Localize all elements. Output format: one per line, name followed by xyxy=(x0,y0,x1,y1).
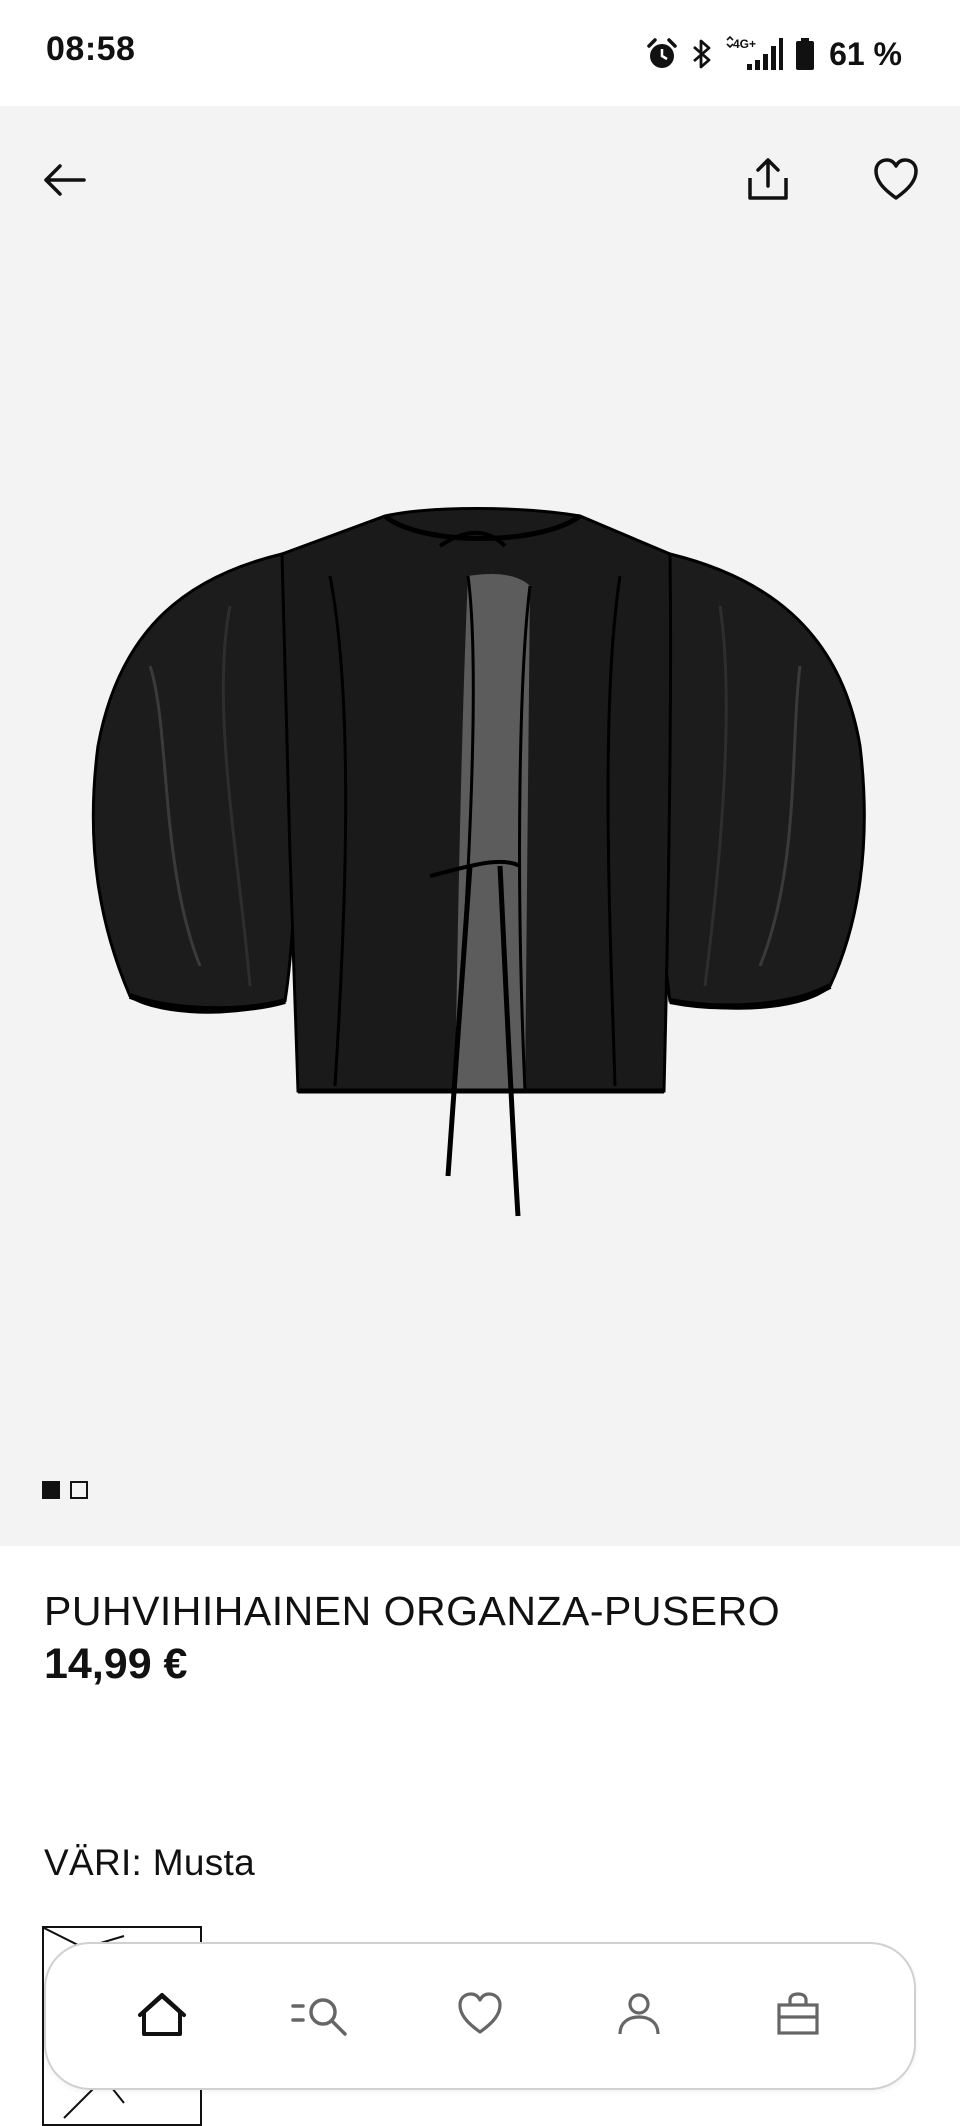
status-icons: 4G+ 61 % xyxy=(645,34,902,74)
nav-bag[interactable] xyxy=(753,1971,843,2061)
share-button[interactable] xyxy=(732,146,804,218)
product-price: 14,99 € xyxy=(44,1640,188,1688)
product-image xyxy=(91,507,866,1217)
alarm-icon xyxy=(645,37,679,71)
account-icon xyxy=(615,1990,663,2043)
heart-icon xyxy=(872,156,920,209)
gallery-dot-active[interactable] xyxy=(42,1481,60,1499)
bottom-navigation xyxy=(44,1942,916,2090)
nav-search[interactable] xyxy=(276,1971,366,2061)
nav-favorites[interactable] xyxy=(435,1971,525,2061)
search-menu-icon xyxy=(289,1990,353,2043)
back-button[interactable] xyxy=(28,146,100,218)
status-time: 08:58 xyxy=(46,30,136,68)
product-gallery[interactable] xyxy=(0,106,960,1546)
arrow-left-icon xyxy=(40,156,88,209)
shopping-bag-icon xyxy=(774,1990,822,2043)
bluetooth-icon xyxy=(691,37,713,71)
product-title: PUHVIHIHAINEN ORGANZA-PUSERO xyxy=(44,1588,781,1634)
share-icon xyxy=(744,156,792,209)
nav-home[interactable] xyxy=(117,1971,207,2061)
favorite-button[interactable] xyxy=(860,146,932,218)
gallery-pagination xyxy=(42,1481,88,1499)
network-type: 4G+ xyxy=(733,37,756,51)
signal-icon: 4G+ xyxy=(725,36,784,72)
color-label: VÄRI: Musta xyxy=(44,1842,255,1883)
status-bar: 08:58 4G+ 61 % xyxy=(0,0,960,106)
heart-icon xyxy=(456,1990,504,2043)
battery-icon xyxy=(795,37,815,71)
nav-account[interactable] xyxy=(594,1971,684,2061)
home-icon xyxy=(137,1990,186,2043)
gallery-dot[interactable] xyxy=(70,1481,88,1499)
battery-percent: 61 % xyxy=(829,35,902,72)
